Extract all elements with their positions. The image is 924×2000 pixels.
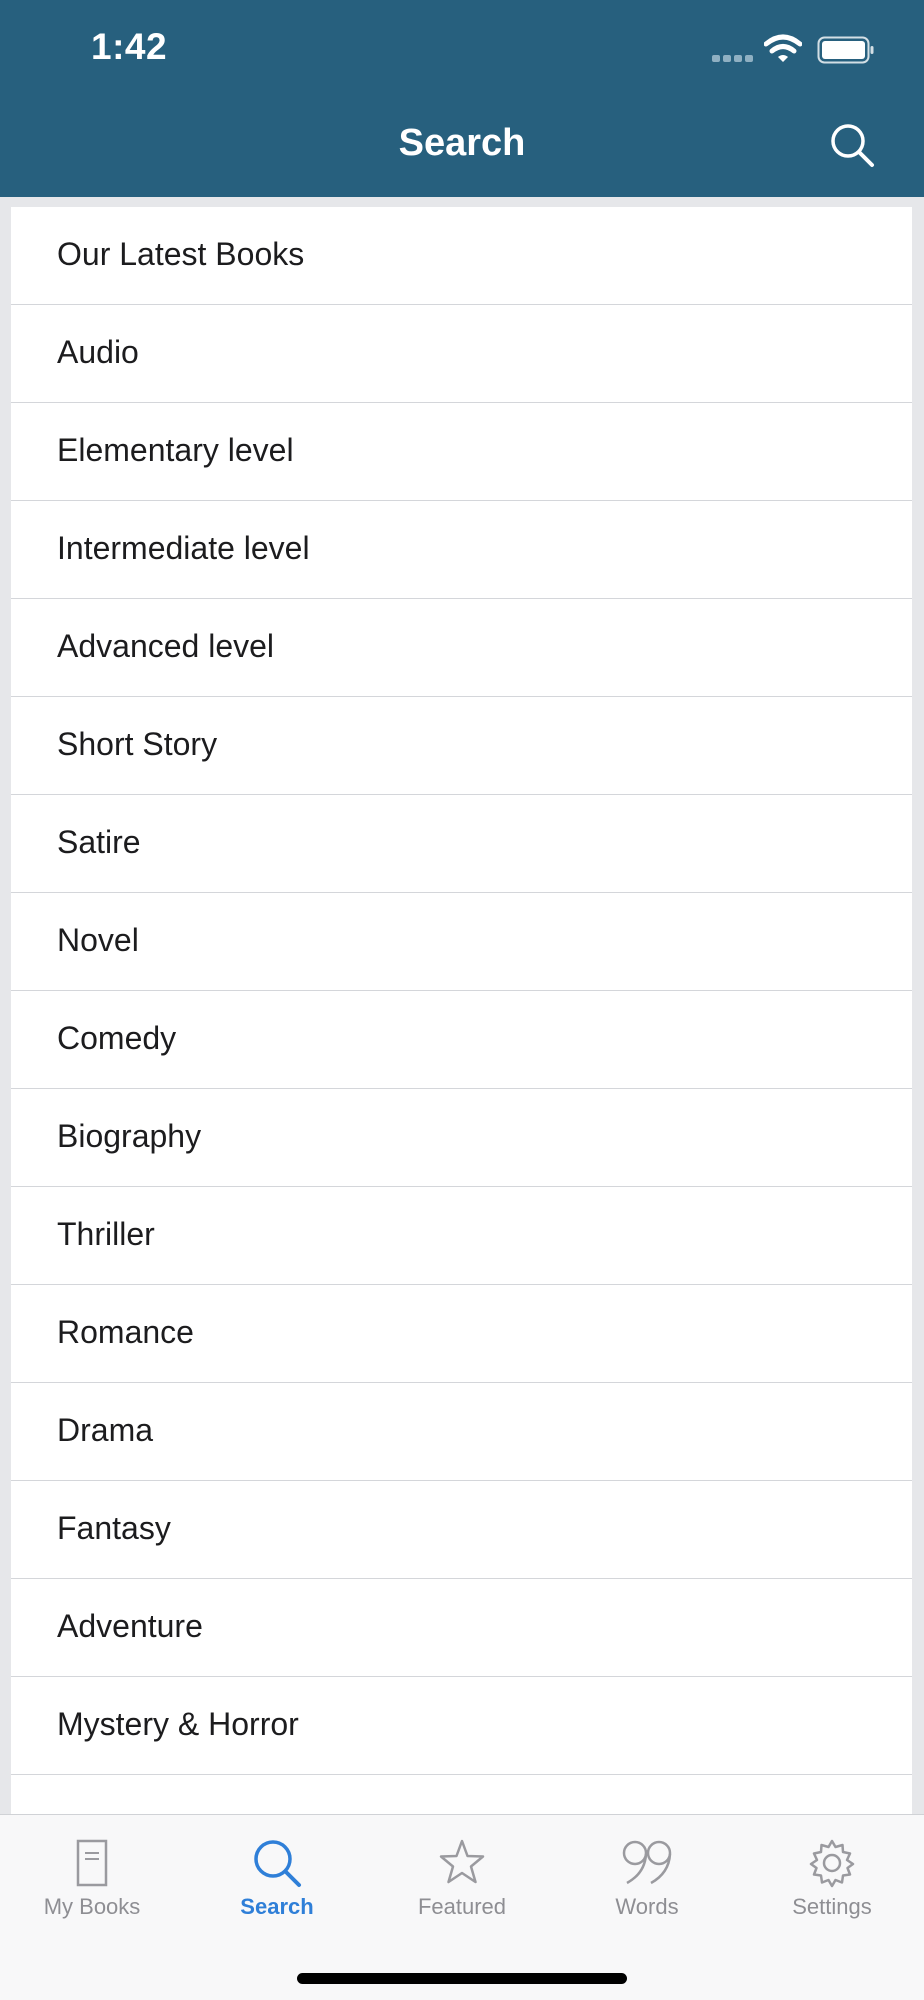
list-item-label: Comedy [57, 1020, 177, 1056]
status-time: 1:42 [91, 26, 168, 67]
list-item-label: Satire [57, 824, 141, 860]
list-item[interactable]: Short Story [11, 697, 912, 795]
tab-label: Featured [417, 1894, 507, 1919]
quote-icon [622, 1840, 672, 1885]
list-item[interactable]: Drama [11, 1383, 912, 1481]
battery-icon [817, 36, 874, 64]
tab-search[interactable]: Search [185, 1815, 369, 1925]
page-title: Search [398, 122, 526, 164]
list-item[interactable]: Adventure [11, 1579, 912, 1677]
category-list: Our Latest Books Audio Elementary level Int… [11, 207, 912, 1814]
list-item[interactable]: Fantasy [11, 1481, 912, 1579]
tab-settings[interactable]: Settings [740, 1815, 924, 1925]
list-item[interactable]: Intermediate level [11, 501, 912, 599]
tab-label: Words [615, 1894, 679, 1919]
tab-label: Settings [792, 1894, 872, 1919]
list-item-label: Drama [57, 1412, 154, 1448]
tab-label: My Books [43, 1894, 141, 1919]
tab-featured[interactable]: Featured [370, 1815, 554, 1925]
list-item[interactable]: Biography [11, 1089, 912, 1187]
gear-icon [809, 1839, 855, 1888]
search-icon[interactable] [828, 121, 876, 169]
list-item[interactable]: Mystery & Horror [11, 1677, 912, 1775]
list-item-label: Short Story [57, 726, 218, 762]
list-item-label: Advanced level [57, 628, 275, 664]
list-item[interactable]: Comedy [11, 991, 912, 1089]
list-item[interactable]: Audio [11, 305, 912, 403]
home-indicator [297, 1973, 627, 1984]
list-item-label: Audio [57, 334, 139, 370]
list-item[interactable]: Elementary level [11, 403, 912, 501]
list-item-label: Thriller [57, 1216, 155, 1252]
list-item-label: Novel [57, 922, 139, 958]
list-item-label: Our Latest Books [57, 236, 305, 272]
list-item-label: Adventure [57, 1608, 203, 1644]
list-item[interactable]: Satire [11, 795, 912, 893]
wifi-icon [764, 34, 802, 62]
list-item[interactable]: Thriller [11, 1187, 912, 1285]
list-item-label: Fantasy [57, 1510, 171, 1546]
list-item-label: Mystery & Horror [57, 1706, 299, 1742]
list-item-label: Elementary level [57, 432, 294, 468]
tab-words[interactable]: Words [555, 1815, 739, 1925]
cellular-signal-icon [712, 55, 753, 62]
tab-label: Search [240, 1894, 314, 1919]
book-icon [76, 1839, 108, 1887]
list-item[interactable]: Advanced level [11, 599, 912, 697]
list-item[interactable]: Novel [11, 893, 912, 991]
list-item-label: Romance [57, 1314, 194, 1350]
tab-my-books[interactable]: My Books [0, 1815, 184, 1925]
search-icon [254, 1840, 301, 1887]
list-item[interactable]: Our Latest Books [11, 207, 912, 305]
list-item[interactable]: Romance [11, 1285, 912, 1383]
list-item-label: Biography [57, 1118, 202, 1154]
navigation-header: 1:42 Search [0, 0, 924, 197]
star-icon [439, 1839, 485, 1884]
list-item-label: Intermediate level [57, 530, 310, 566]
